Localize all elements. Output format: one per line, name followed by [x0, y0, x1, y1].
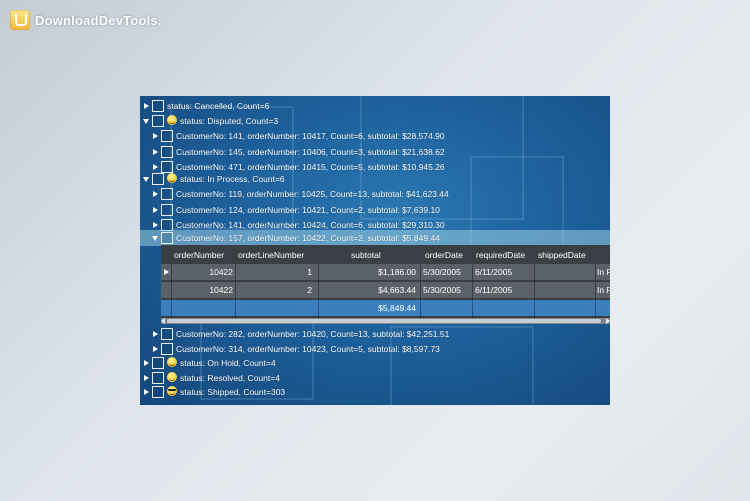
subgroup-row-label: CustomerNo: 157, orderNumber: 10422, Cou… — [176, 233, 440, 243]
expand-arrow-icon[interactable] — [153, 164, 158, 170]
column-separator — [420, 264, 421, 318]
cell-shippeddate[interactable] — [538, 282, 594, 298]
group-row-label: status: Cancelled, Count=6 — [167, 101, 270, 111]
column-separator — [318, 264, 319, 318]
expand-arrow-icon[interactable] — [153, 207, 158, 213]
subgroup-row[interactable]: CustomerNo: 145, orderNumber: 10406, Cou… — [140, 144, 610, 160]
column-header-orderlinenumber[interactable]: orderLineNumber — [238, 247, 320, 263]
horizontal-scrollbar[interactable] — [161, 318, 610, 324]
group-row-label: status: In Process, Count=6 — [180, 174, 285, 184]
cell-shippeddate[interactable] — [538, 264, 594, 280]
cell-status[interactable]: In P — [597, 264, 610, 280]
subgroup-checkbox[interactable] — [161, 204, 173, 216]
cell-ordernumber[interactable]: 10422 — [173, 282, 233, 298]
collapse-arrow-icon[interactable] — [143, 119, 149, 124]
cell-requireddate[interactable]: 6/11/2005 — [475, 264, 535, 280]
cell-orderlinenumber[interactable]: 2 — [239, 282, 312, 298]
group-row-disputed[interactable]: status: Disputed, Count=3 — [140, 113, 610, 129]
subgroup-row-label: CustomerNo: 314, orderNumber: 10423, Cou… — [176, 344, 440, 354]
subgroup-checkbox[interactable] — [161, 328, 173, 340]
detail-grid: orderNumber orderLineNumber subtotal ord… — [161, 245, 610, 318]
column-separator — [595, 264, 596, 318]
subgroup-checkbox[interactable] — [161, 188, 173, 200]
subgroup-row[interactable]: CustomerNo: 119, orderNumber: 10425, Cou… — [140, 186, 610, 202]
cell-subtotal[interactable]: $4,663.44 — [321, 282, 416, 298]
emoji-sunglasses-icon — [167, 386, 177, 396]
subgroup-checkbox[interactable] — [161, 343, 173, 355]
expand-arrow-icon[interactable] — [153, 149, 158, 155]
column-header-orderdate[interactable]: orderDate — [425, 247, 473, 263]
cell-orderdate[interactable]: 5/30/2005 — [423, 264, 473, 280]
cell-orderlinenumber[interactable]: 1 — [239, 264, 312, 280]
group-checkbox[interactable] — [152, 372, 164, 384]
expand-arrow-icon[interactable] — [153, 191, 158, 197]
subgroup-checkbox[interactable] — [161, 146, 173, 158]
column-separator — [534, 264, 535, 318]
group-row-cancelled[interactable]: status: Cancelled, Count=6 — [140, 98, 610, 114]
subgroup-row-label: CustomerNo: 119, orderNumber: 10425, Cou… — [176, 189, 449, 199]
group-checkbox[interactable] — [152, 115, 164, 127]
column-separator — [171, 264, 172, 318]
column-header-requireddate[interactable]: requiredDate — [476, 247, 536, 263]
group-checkbox[interactable] — [152, 386, 164, 398]
watermark: DownloadDevTools. — [10, 9, 162, 31]
scroll-left-icon[interactable] — [161, 318, 165, 324]
group-row-on-hold[interactable]: status: On Hold, Count=4 — [140, 355, 610, 371]
subgroup-row-label: CustomerNo: 141, orderNumber: 10417, Cou… — [176, 131, 445, 141]
group-checkbox[interactable] — [152, 357, 164, 369]
subgroup-row[interactable]: CustomerNo: 282, orderNumber: 10420, Cou… — [140, 326, 610, 342]
subgroup-row-selected[interactable]: CustomerNo: 157, orderNumber: 10422, Cou… — [140, 230, 610, 246]
subgroup-row-label: CustomerNo: 282, orderNumber: 10420, Cou… — [176, 329, 450, 339]
summary-subtotal: $5,849.44 — [378, 303, 416, 313]
expand-arrow-icon[interactable] — [153, 331, 158, 337]
current-row-indicator-icon — [164, 269, 169, 275]
emoji-smile-icon — [167, 372, 177, 382]
watermark-logo-icon — [10, 10, 30, 30]
cell-requireddate[interactable]: 6/11/2005 — [475, 282, 535, 298]
emoji-smile-icon — [167, 115, 177, 125]
column-separator — [472, 264, 473, 318]
expand-arrow-icon[interactable] — [144, 389, 149, 395]
subgroup-row[interactable]: CustomerNo: 141, orderNumber: 10417, Cou… — [140, 128, 610, 144]
group-row-shipped[interactable]: status: Shipped, Count=303 — [140, 384, 610, 400]
column-header-ordernumber[interactable]: orderNumber — [174, 247, 240, 263]
cell-ordernumber[interactable]: 10422 — [173, 264, 233, 280]
column-header-subtotal[interactable]: subtotal — [351, 247, 411, 263]
group-row-label: status: Shipped, Count=303 — [180, 387, 286, 397]
cell-subtotal[interactable]: $1,186.00 — [321, 264, 416, 280]
watermark-text: DownloadDevTools. — [35, 12, 162, 28]
group-row-label: status: Disputed, Count=3 — [180, 116, 279, 126]
expand-arrow-icon[interactable] — [144, 375, 149, 381]
subgroup-checkbox[interactable] — [161, 130, 173, 142]
column-header-shippeddate[interactable]: shippedDate — [538, 247, 598, 263]
group-checkbox[interactable] — [152, 100, 164, 112]
collapse-arrow-icon[interactable] — [143, 177, 149, 182]
emoji-smile-icon — [167, 173, 177, 183]
cell-orderdate[interactable]: 5/30/2005 — [423, 282, 473, 298]
expand-arrow-icon[interactable] — [153, 222, 158, 228]
collapse-arrow-icon[interactable] — [152, 236, 158, 241]
group-row-label: status: Resolved, Count=4 — [180, 373, 280, 383]
group-checkbox[interactable] — [152, 173, 164, 185]
scrollbar-thumb[interactable] — [167, 319, 601, 323]
scroll-right-icon[interactable] — [606, 318, 610, 324]
expand-arrow-icon[interactable] — [153, 346, 158, 352]
subgroup-row[interactable]: CustomerNo: 124, orderNumber: 10421, Cou… — [140, 202, 610, 218]
expand-arrow-icon[interactable] — [153, 133, 158, 139]
group-row-in-process[interactable]: status: In Process, Count=6 — [140, 171, 610, 187]
subgroup-row-label: CustomerNo: 124, orderNumber: 10421, Cou… — [176, 205, 440, 215]
cell-status[interactable]: In P — [597, 282, 610, 298]
column-separator — [235, 264, 236, 318]
emoji-smile-icon — [167, 357, 177, 367]
subgroup-checkbox[interactable] — [161, 232, 173, 244]
expand-arrow-icon[interactable] — [144, 360, 149, 366]
expand-arrow-icon[interactable] — [144, 103, 149, 109]
group-row-label: status: On Hold, Count=4 — [180, 358, 276, 368]
subgroup-row-label: CustomerNo: 145, orderNumber: 10406, Cou… — [176, 147, 445, 157]
